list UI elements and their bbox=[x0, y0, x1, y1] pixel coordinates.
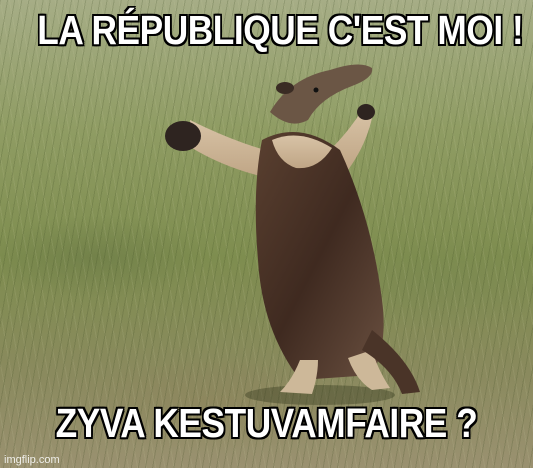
left-arm bbox=[190, 120, 268, 178]
top-caption: LA RÉPUBLIQUE C'EST MOI ! bbox=[37, 7, 524, 53]
eye bbox=[313, 87, 319, 93]
right-paw bbox=[357, 104, 375, 120]
meme-image: LA RÉPUBLIQUE C'EST MOI ! ZYVA KESTUVAMF… bbox=[0, 0, 533, 468]
head bbox=[270, 64, 373, 124]
ear bbox=[276, 82, 294, 94]
anteater-standing-icon bbox=[165, 64, 420, 405]
left-leg bbox=[280, 360, 318, 394]
bottom-caption: ZYVA KESTUVAMFAIRE ? bbox=[55, 400, 478, 446]
imgflip-watermark: imgflip.com bbox=[4, 454, 60, 466]
left-paw bbox=[165, 121, 201, 151]
body bbox=[255, 132, 384, 380]
